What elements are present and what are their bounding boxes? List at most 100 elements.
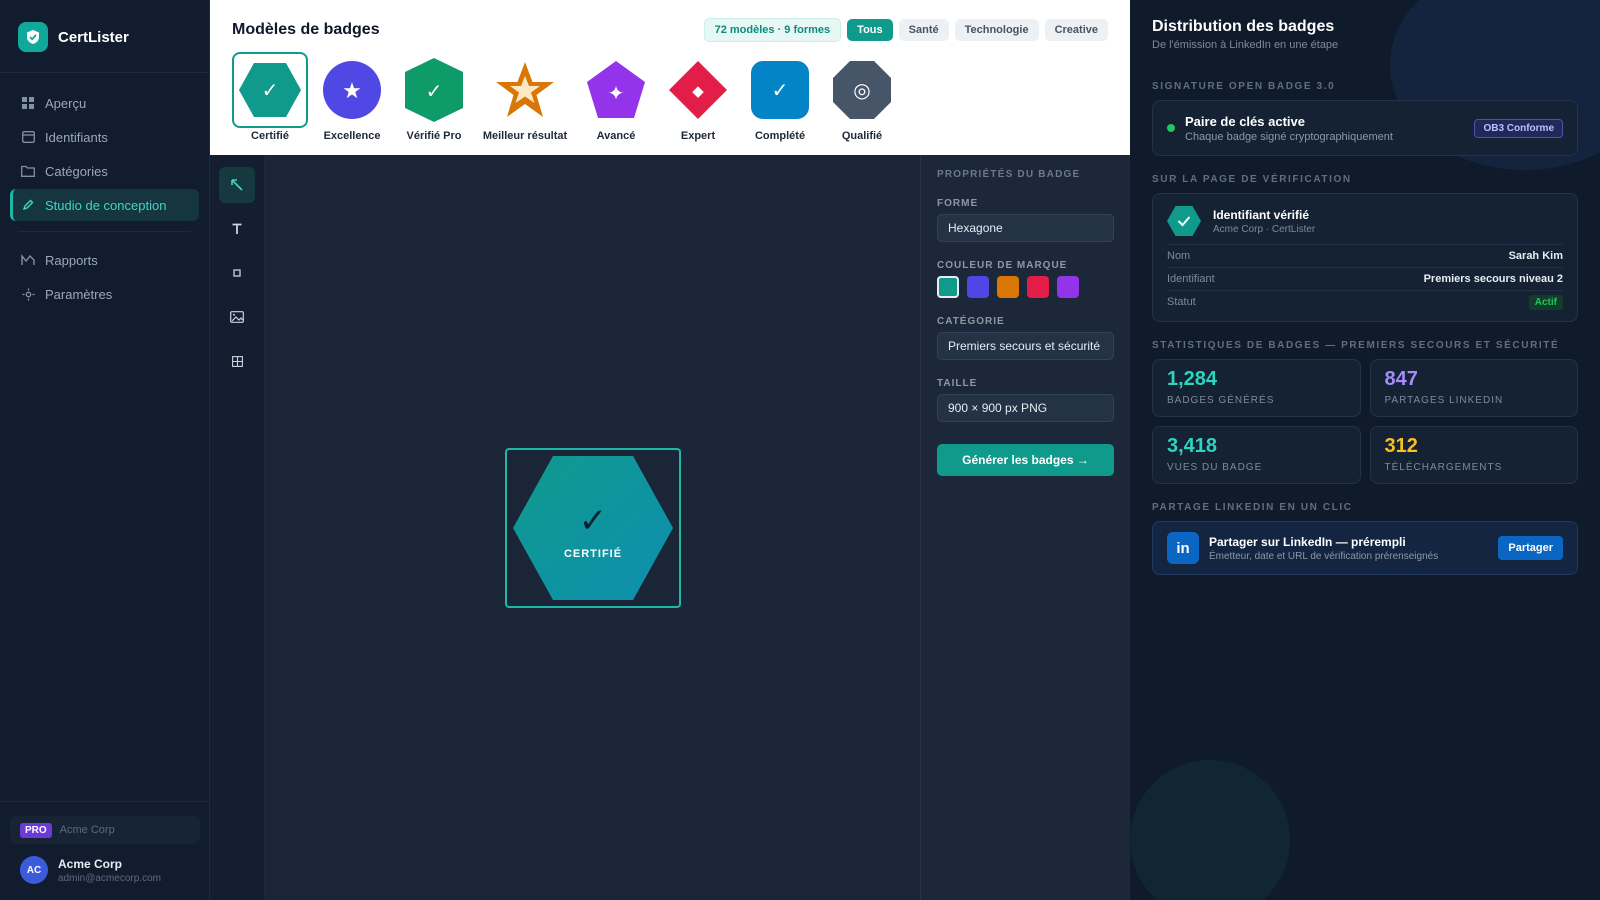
properties-title: PROPRIÉTÉS DU BADGE xyxy=(937,169,1081,180)
distribution-panel: Distribution des badges De l'émission à … xyxy=(1130,0,1600,900)
template-label: Avancé xyxy=(596,130,636,142)
hexagon-check-icon xyxy=(1167,206,1201,236)
stat-value: 312 xyxy=(1384,435,1418,457)
sidebar-item-credentials[interactable]: Identifiants xyxy=(10,121,199,153)
sidebar-item-settings[interactable]: Paramètres xyxy=(10,278,199,310)
status-dot xyxy=(1167,124,1175,132)
swatch-teal[interactable] xyxy=(937,276,959,298)
template-list: ✓ Certifié ★ Excellence ✓ Vérifié Pro Me… xyxy=(232,52,1108,142)
sidebar-item-reports[interactable]: Rapports xyxy=(10,244,199,276)
user-name: Acme Corp xyxy=(58,856,123,871)
plan-indicator[interactable]: PRO Acme Corp xyxy=(10,816,200,844)
sidebar-item-overview[interactable]: Aperçu xyxy=(10,87,199,119)
key-pair-card: Paire de clés active Chaque badge signé … xyxy=(1152,100,1578,156)
row-value: Sarah Kim xyxy=(1508,250,1563,262)
sidebar-item-label: Aperçu xyxy=(45,95,87,111)
grid-icon xyxy=(21,96,35,110)
swatch-amber[interactable] xyxy=(997,276,1019,298)
swatch-indigo[interactable] xyxy=(967,276,989,298)
stat-label: BADGES GÉNÉRÉS xyxy=(1167,395,1275,406)
image-icon xyxy=(230,311,244,323)
stat-value: 1,284 xyxy=(1167,368,1218,390)
template-advanced[interactable]: ✦ Avancé xyxy=(578,52,654,142)
stat-card: 312 TÉLÉCHARGEMENTS xyxy=(1369,426,1578,484)
color-swatches xyxy=(937,276,1114,298)
templates-title: Modèles de badges xyxy=(232,21,380,38)
swatch-rose[interactable] xyxy=(1027,276,1049,298)
brand[interactable]: CertLister xyxy=(0,0,209,73)
shape-select[interactable]: Hexagone xyxy=(937,214,1114,242)
main-nav: Aperçu Identifiants Catégories Studio de… xyxy=(0,73,209,326)
checkmark-glyph: ✓ xyxy=(426,79,443,103)
star-badge-icon xyxy=(487,52,563,128)
verification-section-label: SUR LA PAGE DE VÉRIFICATION xyxy=(1152,174,1352,185)
size-label: TAILLE xyxy=(937,378,978,389)
category-label: CATÉGORIE xyxy=(937,316,1005,327)
pentagon-badge-icon: ✦ xyxy=(578,52,654,128)
template-verified-pro[interactable]: ✓ Vérifié Pro xyxy=(396,52,472,142)
verification-row: Identifiant Premiers secours niveau 2 xyxy=(1167,267,1563,290)
user-profile[interactable]: AC Acme Corp admin@acmecorp.com xyxy=(10,856,200,884)
template-label: Complété xyxy=(754,130,806,142)
sidebar-item-categories[interactable]: Catégories xyxy=(10,155,199,187)
cursor-icon xyxy=(231,179,243,191)
sidebar-item-label: Studio de conception xyxy=(45,197,167,213)
checkmark-glyph: ✓ xyxy=(579,501,608,541)
badge-preview[interactable]: ✓ CERTIFIÉ xyxy=(505,448,681,608)
brand-color-label: COULEUR DE MARQUE xyxy=(937,260,1068,271)
sidebar-item-design-studio[interactable]: Studio de conception xyxy=(10,189,199,221)
diamond-glyph: ◆ xyxy=(692,82,704,100)
template-count: 72 modèles · 9 formes xyxy=(703,18,842,42)
template-label: Certifié xyxy=(251,130,289,142)
template-best-result[interactable]: Meilleur résultat xyxy=(478,52,572,142)
grid-tool[interactable] xyxy=(219,343,255,379)
size-select[interactable]: 900 × 900 px PNG xyxy=(937,394,1114,422)
linkedin-title: Partager sur LinkedIn — prérempli xyxy=(1209,534,1406,549)
text-tool[interactable] xyxy=(219,211,255,247)
panel-subtitle: De l'émission à LinkedIn en une étape xyxy=(1152,39,1339,51)
shape-tool[interactable] xyxy=(219,255,255,291)
verified-title: Identifiant vérifié xyxy=(1213,207,1310,222)
category-select[interactable]: Premiers secours et sécurité xyxy=(937,332,1114,360)
filter-all[interactable]: Tous xyxy=(847,19,893,41)
ob3-compliant-badge: OB3 Conforme xyxy=(1474,118,1563,138)
sidebar-item-label: Identifiants xyxy=(45,129,108,145)
filter-creative[interactable]: Creative xyxy=(1044,19,1108,41)
filter-health[interactable]: Santé xyxy=(898,19,949,41)
stats-section-label: STATISTIQUES DE BADGES — PREMIERS SECOUR… xyxy=(1152,340,1560,351)
share-button[interactable]: Partager xyxy=(1498,536,1563,560)
row-key: Nom xyxy=(1167,250,1191,262)
template-excellence[interactable]: ★ Excellence xyxy=(314,52,390,142)
generate-badges-button[interactable]: Générer les badges → xyxy=(937,444,1114,476)
linkedin-share-card: in Partager sur LinkedIn — prérempli Éme… xyxy=(1152,521,1578,575)
stat-label: PARTAGES LINKEDIN xyxy=(1384,395,1504,406)
stat-card: 1,284 BADGES GÉNÉRÉS xyxy=(1152,359,1361,417)
stat-value: 847 xyxy=(1384,368,1418,390)
sparkle-glyph: ✦ xyxy=(608,81,625,105)
verification-row: Statut Actif xyxy=(1167,290,1563,313)
sidebar-item-label: Catégories xyxy=(45,163,108,179)
template-completed[interactable]: ✓ Complété xyxy=(742,52,818,142)
linkedin-subtitle: Émetteur, date et URL de vérification pr… xyxy=(1209,550,1439,562)
octagon-badge-icon: ◎ xyxy=(824,52,900,128)
template-expert[interactable]: ◆ Expert xyxy=(660,52,736,142)
target-glyph: ◎ xyxy=(853,78,870,102)
template-certified[interactable]: ✓ Certifié xyxy=(232,52,308,142)
nav-divider xyxy=(18,231,191,232)
image-tool[interactable] xyxy=(219,299,255,335)
shield-badge-icon: ✓ xyxy=(396,52,472,128)
select-tool[interactable] xyxy=(219,167,255,203)
status-badge: Actif xyxy=(1528,294,1563,310)
template-label: Excellence xyxy=(323,130,381,142)
template-qualified[interactable]: ◎ Qualifié xyxy=(824,52,900,142)
grid-icon xyxy=(231,355,243,367)
design-canvas[interactable]: ✓ CERTIFIÉ xyxy=(265,155,920,900)
stat-label: TÉLÉCHARGEMENTS xyxy=(1384,462,1503,473)
stats-grid: 1,284 BADGES GÉNÉRÉS 847 PARTAGES LINKED… xyxy=(1152,359,1578,484)
swatch-purple[interactable] xyxy=(1057,276,1079,298)
verified-subtitle: Acme Corp · CertLister xyxy=(1213,223,1316,235)
filter-technology[interactable]: Technologie xyxy=(954,19,1039,41)
row-key: Identifiant xyxy=(1167,273,1215,285)
panel-title: Distribution des badges xyxy=(1152,18,1335,35)
sidebar-item-label: Paramètres xyxy=(45,286,113,302)
